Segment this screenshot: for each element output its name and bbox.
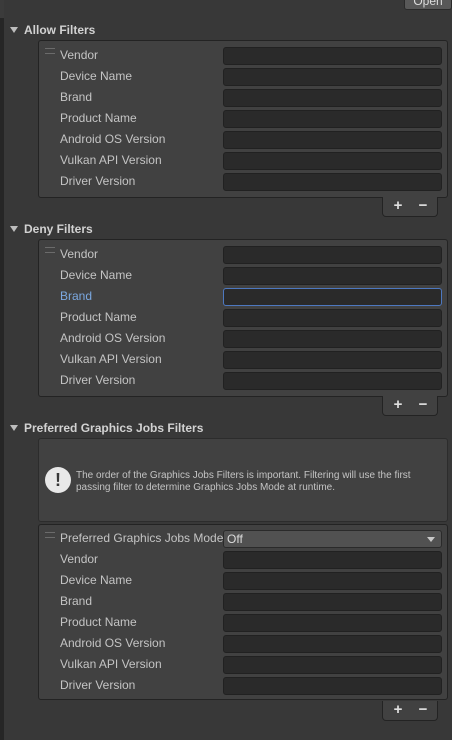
foldout-arrow-icon [10, 225, 18, 232]
field-label: Brand [60, 90, 93, 104]
field-label: Brand [60, 594, 93, 608]
edge-notch [0, 0, 4, 18]
deny-list-footer: + − [382, 396, 438, 416]
field-label: Driver Version [60, 678, 136, 692]
driver-version-field[interactable] [223, 677, 442, 695]
brand-field-focused[interactable] [223, 288, 442, 306]
field-label: Vendor [60, 48, 99, 62]
field-label: Android OS Version [60, 331, 166, 345]
vulkan-api-version-field[interactable] [223, 152, 442, 170]
vendor-field[interactable] [223, 47, 442, 65]
field-label: Vulkan API Version [60, 657, 162, 671]
allow-row-device-name: Device Name [39, 66, 449, 87]
field-label: Preferred Graphics Jobs Mode [60, 531, 224, 545]
remove-button[interactable]: − [413, 396, 433, 414]
preferred-row-android-os: Android OS Version [39, 633, 449, 654]
device-name-field[interactable] [223, 572, 442, 590]
preferred-row-brand: Brand [39, 591, 449, 612]
allow-filters-panel: Vendor Device Name Brand Product Name An… [38, 40, 448, 198]
device-name-field[interactable] [223, 68, 442, 86]
allow-row-android-os: Android OS Version [39, 129, 449, 150]
deny-row-driver: Driver Version [39, 370, 449, 391]
allow-row-vendor: Vendor [39, 45, 449, 66]
vulkan-api-version-field[interactable] [223, 351, 442, 369]
field-label: Vendor [60, 247, 99, 261]
preferred-filters-panel: Preferred Graphics Jobs Mode Off Vendor … [38, 524, 448, 700]
field-label: Android OS Version [60, 636, 166, 650]
preferred-row-product-name: Product Name [39, 612, 449, 633]
preferred-row-device-name: Device Name [39, 570, 449, 591]
left-panel-edge [0, 0, 4, 740]
preferred-filters-header[interactable]: Preferred Graphics Jobs Filters [10, 419, 203, 437]
brand-field[interactable] [223, 89, 442, 107]
field-label: Device Name [60, 573, 133, 587]
field-label: Driver Version [60, 174, 136, 188]
field-label: Device Name [60, 268, 133, 282]
field-label: Vulkan API Version [60, 352, 162, 366]
deny-row-device-name: Device Name [39, 265, 449, 286]
deny-row-product-name: Product Name [39, 307, 449, 328]
deny-row-vulkan: Vulkan API Version [39, 349, 449, 370]
product-name-field[interactable] [223, 614, 442, 632]
deny-filters-title: Deny Filters [24, 222, 93, 236]
product-name-field[interactable] [223, 309, 442, 327]
allow-row-driver: Driver Version [39, 171, 449, 192]
vendor-field[interactable] [223, 246, 442, 264]
add-button[interactable]: + [388, 396, 408, 414]
preferred-row-driver: Driver Version [39, 675, 449, 696]
add-button[interactable]: + [388, 197, 408, 215]
android-os-version-field[interactable] [223, 330, 442, 348]
allow-row-brand: Brand [39, 87, 449, 108]
field-label: Vendor [60, 552, 99, 566]
allow-filters-header[interactable]: Allow Filters [10, 21, 95, 39]
field-label: Product Name [60, 310, 137, 324]
info-icon: ! [45, 467, 71, 493]
field-label-focused: Brand [60, 289, 93, 303]
product-name-field[interactable] [223, 110, 442, 128]
dropdown-value: Off [227, 532, 243, 546]
add-button[interactable]: + [388, 701, 408, 719]
allow-list-footer: + − [382, 197, 438, 217]
dropdown-arrow-icon [427, 537, 435, 542]
brand-field[interactable] [223, 593, 442, 611]
graphics-jobs-mode-dropdown[interactable]: Off [223, 530, 442, 548]
field-label: Driver Version [60, 373, 136, 387]
preferred-row-vulkan: Vulkan API Version [39, 654, 449, 675]
deny-row-vendor: Vendor [39, 244, 449, 265]
info-helpbox: ! The order of the Graphics Jobs Filters… [38, 438, 448, 522]
preferred-row-vendor: Vendor [39, 549, 449, 570]
driver-version-field[interactable] [223, 372, 442, 390]
deny-filters-header[interactable]: Deny Filters [10, 220, 93, 238]
preferred-filters-title: Preferred Graphics Jobs Filters [24, 421, 204, 435]
vulkan-api-version-field[interactable] [223, 656, 442, 674]
field-label: Product Name [60, 615, 137, 629]
foldout-arrow-icon [10, 424, 18, 431]
preferred-list-footer: + − [382, 701, 438, 721]
remove-button[interactable]: − [413, 197, 433, 215]
deny-row-android-os: Android OS Version [39, 328, 449, 349]
field-label: Vulkan API Version [60, 153, 162, 167]
remove-button[interactable]: − [413, 701, 433, 719]
vendor-field[interactable] [223, 551, 442, 569]
allow-filters-title: Allow Filters [24, 23, 96, 37]
field-label: Device Name [60, 69, 133, 83]
preferred-row-mode: Preferred Graphics Jobs Mode Off [39, 528, 449, 549]
android-os-version-field[interactable] [223, 131, 442, 149]
open-button[interactable]: Open [404, 0, 452, 10]
driver-version-field[interactable] [223, 173, 442, 191]
info-text: The order of the Graphics Jobs Filters i… [76, 470, 411, 493]
field-label: Android OS Version [60, 132, 166, 146]
allow-row-product-name: Product Name [39, 108, 449, 129]
allow-row-vulkan: Vulkan API Version [39, 150, 449, 171]
android-os-version-field[interactable] [223, 635, 442, 653]
deny-filters-panel: Vendor Device Name Brand Product Name An… [38, 239, 448, 397]
foldout-arrow-icon [10, 26, 18, 33]
device-name-field[interactable] [223, 267, 442, 285]
field-label: Product Name [60, 111, 137, 125]
deny-row-brand: Brand [39, 286, 449, 307]
